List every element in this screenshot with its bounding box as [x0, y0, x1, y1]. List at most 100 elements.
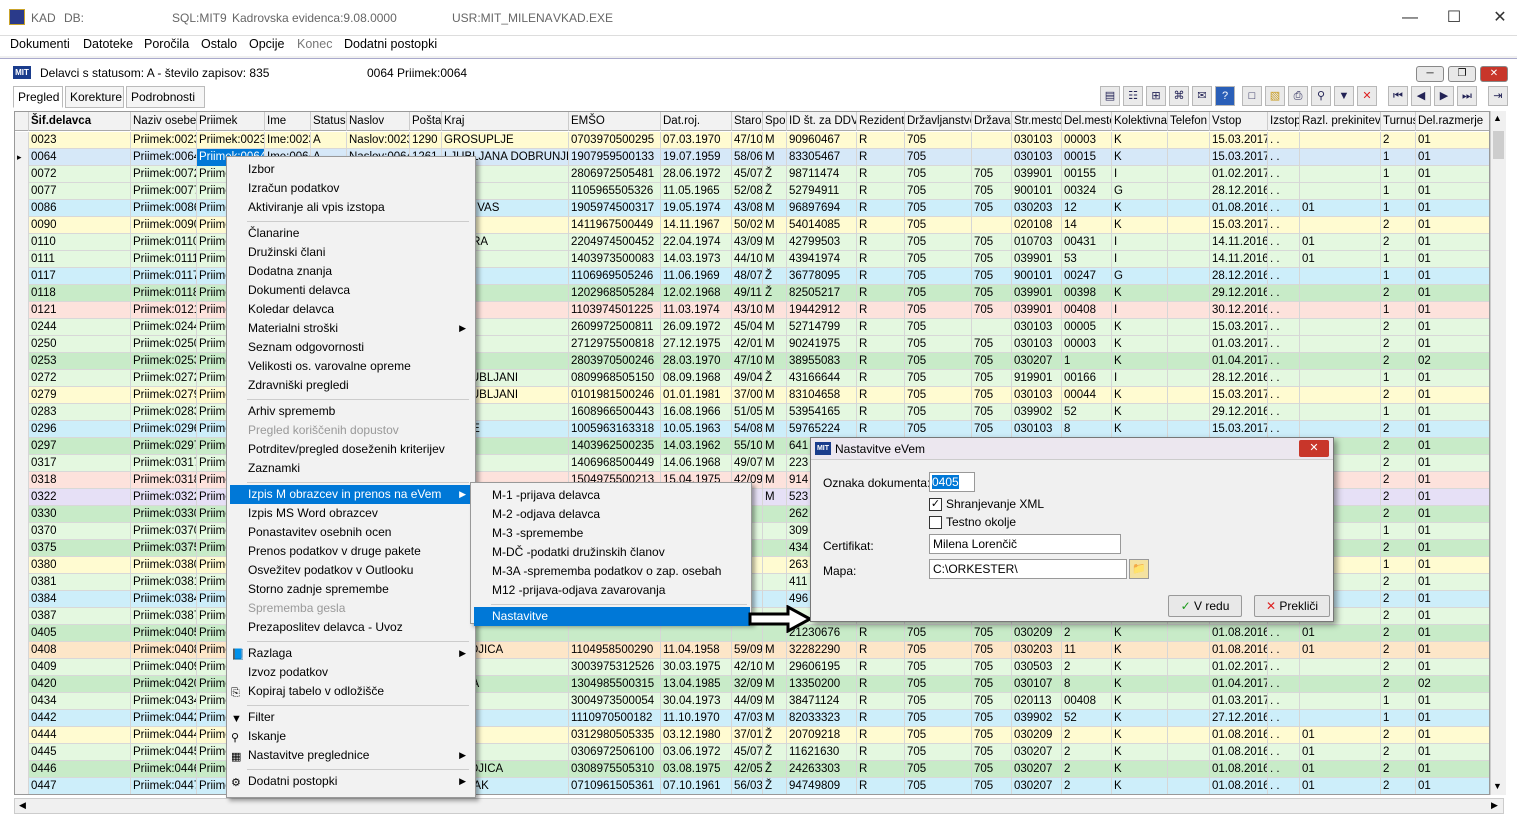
- test-checkbox[interactable]: [929, 516, 942, 529]
- column-header-status[interactable]: Status: [311, 112, 347, 131]
- row-selector[interactable]: [15, 523, 29, 540]
- cell-delraz[interactable]: 01: [1416, 387, 1489, 404]
- cell-drzav[interactable]: 705: [905, 642, 972, 659]
- cell-izstop[interactable]: . .: [1268, 761, 1300, 778]
- cell-datroj[interactable]: 03.06.1972: [661, 744, 732, 761]
- cell-vstop[interactable]: 15.03.2017: [1210, 421, 1268, 438]
- print-preview-icon[interactable]: ▤: [1100, 86, 1120, 106]
- cell-spol[interactable]: [763, 540, 787, 557]
- column-header-emso[interactable]: EMŠO: [569, 112, 661, 131]
- cell-tel[interactable]: [1168, 404, 1210, 421]
- cell-tel[interactable]: [1168, 285, 1210, 302]
- cell-kol[interactable]: K: [1112, 710, 1168, 727]
- cell-vstop[interactable]: 01.04.2017: [1210, 676, 1268, 693]
- cell-ddv[interactable]: 36778095: [787, 268, 857, 285]
- menu-item[interactable]: Seznam odgovornosti: [230, 338, 472, 357]
- cell-emso[interactable]: 1105965505326: [569, 183, 661, 200]
- cell-naziv[interactable]: Priimek:0442: [131, 710, 197, 727]
- menu-item[interactable]: ⚲ Iskanje: [230, 727, 472, 746]
- menu-item[interactable]: Prezaposlitev delavca - Uvoz: [230, 618, 472, 637]
- cell-starost[interactable]: 49/04/23: [732, 370, 763, 387]
- cell-naziv[interactable]: Priimek:0370: [131, 523, 197, 540]
- cell-rez[interactable]: R: [857, 744, 905, 761]
- column-header-rez[interactable]: Rezident: [857, 112, 905, 131]
- cell-sif[interactable]: 0086: [29, 200, 131, 217]
- cell-naziv[interactable]: Priimek:0322: [131, 489, 197, 506]
- cell-starost[interactable]: 42/10/01: [732, 659, 763, 676]
- cell-drzava[interactable]: 705: [972, 761, 1012, 778]
- cell-naziv[interactable]: Priimek:0086: [131, 200, 197, 217]
- cell-rez[interactable]: R: [857, 676, 905, 693]
- cell-priimek[interactable]: Priimek:0023: [197, 132, 265, 149]
- cell-spol[interactable]: M: [763, 642, 787, 659]
- cell-vstop[interactable]: 28.12.2016: [1210, 268, 1268, 285]
- cell-drzava[interactable]: 705: [972, 693, 1012, 710]
- cell-naslov[interactable]: Naslov:0023: [347, 132, 410, 149]
- row-selector[interactable]: [15, 727, 29, 744]
- maximize-icon[interactable]: ☐: [1434, 6, 1474, 30]
- cell-kol[interactable]: K: [1112, 744, 1168, 761]
- cell-drzava[interactable]: 705: [972, 387, 1012, 404]
- next-record-icon[interactable]: ▶: [1434, 86, 1454, 106]
- cell-starost[interactable]: 54/08/21: [732, 421, 763, 438]
- column-header-kol[interactable]: Kolektivna: [1112, 112, 1168, 131]
- cell-razl[interactable]: [1300, 183, 1381, 200]
- cell-delraz[interactable]: 01: [1416, 642, 1489, 659]
- cell-naziv[interactable]: Priimek:0253: [131, 353, 197, 370]
- cell-ddv[interactable]: 94749809: [787, 778, 857, 794]
- menu-item[interactable]: M-1 -prijava delavca: [474, 486, 750, 505]
- cell-drzav[interactable]: 705: [905, 166, 972, 183]
- column-header-razl[interactable]: Razl. prekinitev: [1300, 112, 1381, 131]
- cell-naziv[interactable]: Priimek:0121: [131, 302, 197, 319]
- filter-icon[interactable]: ▼: [1334, 86, 1354, 106]
- cell-rez[interactable]: R: [857, 710, 905, 727]
- row-selector[interactable]: [15, 693, 29, 710]
- cell-rez[interactable]: R: [857, 268, 905, 285]
- cell-kol[interactable]: K: [1112, 336, 1168, 353]
- cell-emso[interactable]: [569, 625, 661, 642]
- cell-datroj[interactable]: 01.01.1981: [661, 387, 732, 404]
- cell-turnus[interactable]: 1: [1381, 523, 1416, 540]
- cell-naziv[interactable]: Priimek:0111: [131, 251, 197, 268]
- menu-konec[interactable]: Konec: [297, 37, 332, 51]
- column-header-starost[interactable]: Starost: [732, 112, 763, 131]
- cell-drzav[interactable]: 705: [905, 370, 972, 387]
- cell-razl[interactable]: [1300, 336, 1381, 353]
- column-header-kraj[interactable]: Kraj: [442, 112, 569, 131]
- cell-kol[interactable]: K: [1112, 217, 1168, 234]
- messages-icon[interactable]: ✉: [1192, 86, 1212, 106]
- cell-sif[interactable]: 0317: [29, 455, 131, 472]
- cell-drzav[interactable]: 705: [905, 727, 972, 744]
- cell-sif[interactable]: 0272: [29, 370, 131, 387]
- cell-spol[interactable]: M: [763, 251, 787, 268]
- cell-strm[interactable]: 030207: [1012, 353, 1062, 370]
- cell-izstop[interactable]: . .: [1268, 744, 1300, 761]
- cell-vstop[interactable]: 27.12.2016: [1210, 710, 1268, 727]
- cell-naziv[interactable]: Priimek:0405: [131, 625, 197, 642]
- cell-turnus[interactable]: 1: [1381, 370, 1416, 387]
- cell-starost[interactable]: 32/09/18: [732, 676, 763, 693]
- cell-turnus[interactable]: 2: [1381, 676, 1416, 693]
- cell-strm[interactable]: 030103: [1012, 336, 1062, 353]
- cell-strm[interactable]: 030207: [1012, 761, 1062, 778]
- cell-spol[interactable]: M: [763, 302, 787, 319]
- cell-drzava[interactable]: 705: [972, 234, 1012, 251]
- cell-drzava[interactable]: 705: [972, 625, 1012, 642]
- row-selector[interactable]: [15, 132, 29, 149]
- cell-kol[interactable]: K: [1112, 778, 1168, 794]
- cell-turnus[interactable]: 2: [1381, 336, 1416, 353]
- cell-turnus[interactable]: 1: [1381, 183, 1416, 200]
- cell-turnus[interactable]: 2: [1381, 625, 1416, 642]
- row-selector[interactable]: [15, 659, 29, 676]
- cell-razl[interactable]: 01: [1300, 625, 1381, 642]
- cell-ddv[interactable]: 52794911: [787, 183, 857, 200]
- menu-item[interactable]: ⚙ Dodatni postopki ▶: [230, 772, 472, 791]
- cell-ddv[interactable]: 13350200: [787, 676, 857, 693]
- cell-vstop[interactable]: 01.08.2016: [1210, 778, 1268, 794]
- minimize-icon[interactable]: —: [1390, 6, 1430, 30]
- cell-kol[interactable]: I: [1112, 166, 1168, 183]
- cell-emso[interactable]: 1411967500449: [569, 217, 661, 234]
- row-selector[interactable]: [15, 353, 29, 370]
- cell-tel[interactable]: [1168, 370, 1210, 387]
- cell-turnus[interactable]: 1: [1381, 557, 1416, 574]
